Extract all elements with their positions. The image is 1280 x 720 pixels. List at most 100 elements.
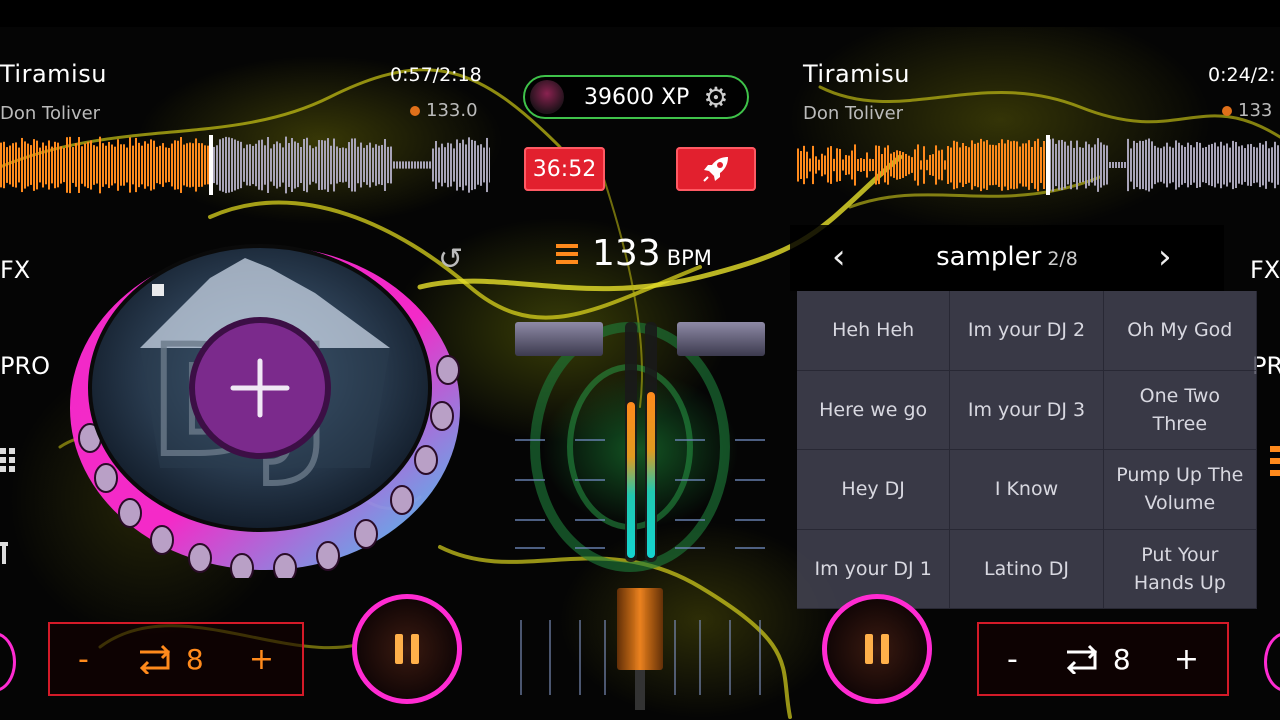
xp-badge: 39600 XP ⚙: [523, 75, 749, 119]
left-loop-value: 8: [134, 643, 204, 676]
rocket-button[interactable]: [676, 147, 756, 191]
waveform-bar: [462, 139, 464, 191]
right-track-time: 0:24/2:: [1208, 64, 1276, 86]
waveform-bar: [93, 145, 95, 185]
sampler-pad[interactable]: Pump Up The Volume: [1103, 450, 1257, 530]
waveform-bar: [198, 143, 200, 187]
waveform-bar: [297, 142, 299, 188]
waveform-bar: [294, 141, 296, 189]
sampler-pad[interactable]: Put Your Hands Up: [1103, 529, 1257, 609]
waveform-bar: [123, 144, 125, 186]
waveform-bar: [402, 161, 404, 169]
waveform-bar: [471, 139, 473, 191]
waveform-bar: [456, 139, 458, 191]
waveform-bar: [965, 146, 967, 184]
sampler-pad[interactable]: Im your DJ 3: [950, 370, 1104, 450]
app-screen: Tiramisu Don Toliver 0:57/2:18 133.0 FX …: [0, 0, 1280, 720]
pause-icon: [395, 634, 419, 664]
waveform-bar: [1112, 162, 1114, 168]
waveform-bar: [369, 142, 371, 188]
gear-icon[interactable]: ⚙: [703, 81, 728, 114]
left-pro-button[interactable]: PRO: [0, 352, 50, 380]
waveform-bar: [330, 145, 332, 185]
waveform-bar: [351, 138, 353, 192]
left-fx-button[interactable]: FX: [0, 256, 30, 284]
waveform-bar: [806, 151, 808, 179]
sampler-pad[interactable]: Heh Heh: [797, 291, 951, 371]
sampler-pad[interactable]: Hey DJ: [797, 450, 951, 530]
waveform-bar: [384, 139, 386, 191]
sampler-pad[interactable]: Here we go: [797, 370, 951, 450]
waveform-bar: [24, 141, 26, 189]
waveform-bar: [249, 144, 251, 186]
waveform-bar: [857, 159, 859, 171]
waveform-bar: [860, 158, 862, 172]
waveform-bar: [974, 143, 976, 187]
right-channel-fader: [677, 322, 765, 356]
sampler-next-button[interactable]: ›: [1158, 237, 1172, 277]
right-loop-number: 8: [1112, 642, 1131, 676]
waveform-bar: [414, 161, 416, 169]
waveform-bar: [108, 141, 110, 189]
waveform-bar: [372, 147, 374, 183]
right-waveform[interactable]: [797, 135, 1280, 195]
waveform-bar: [237, 140, 239, 190]
left-play-pause-button[interactable]: [352, 594, 462, 704]
waveform-bar: [1019, 146, 1021, 184]
left-waveform[interactable]: [0, 135, 490, 195]
waveform-bar: [836, 148, 838, 182]
right-loop-plus-button[interactable]: +: [1174, 642, 1199, 677]
left-pads-grid-icon[interactable]: [0, 448, 22, 482]
xp-value: 39600 XP: [584, 84, 690, 110]
waveform-bar: [204, 145, 206, 185]
sampler-pad[interactable]: I Know: [950, 450, 1104, 530]
sampler-pad[interactable]: Im your DJ 2: [950, 291, 1104, 371]
waveform-bar: [941, 149, 943, 181]
waveform-bar: [1178, 142, 1180, 188]
right-loop-value: 8: [1061, 643, 1131, 676]
waveform-bar: [917, 144, 919, 186]
sampler-pad[interactable]: Oh My God: [1103, 291, 1257, 371]
avatar[interactable]: [530, 80, 564, 114]
left-loop-minus-button[interactable]: -: [78, 642, 89, 677]
left-track-bpm-readout: 133.0: [410, 100, 478, 121]
waveform-bar: [1199, 142, 1201, 188]
waveform-bar: [881, 154, 883, 176]
menu-icon[interactable]: [556, 244, 578, 264]
sampler-pad[interactable]: Latino DJ: [950, 529, 1104, 609]
left-loop-plus-button[interactable]: +: [249, 642, 274, 677]
waveform-bar: [201, 143, 203, 187]
waveform-bar: [132, 145, 134, 185]
waveform-bar: [276, 141, 278, 189]
waveform-bar: [953, 140, 955, 190]
right-menu-icon-edge[interactable]: [1266, 446, 1280, 480]
waveform-bar: [216, 145, 218, 185]
waveform-bar: [318, 140, 320, 190]
waveform-bar: [950, 147, 952, 183]
sampler-pad[interactable]: One Two Three: [1103, 370, 1257, 450]
waveform-bar: [1184, 146, 1186, 184]
waveform-bar: [1016, 141, 1018, 189]
right-loop-minus-button[interactable]: -: [1007, 642, 1018, 677]
waveform-bar: [1151, 141, 1153, 189]
waveform-bar: [968, 147, 970, 183]
waveform-bar: [99, 136, 101, 194]
waveform-bar: [980, 138, 982, 192]
waveform-bar: [1157, 147, 1159, 183]
waveform-bar: [1139, 140, 1141, 190]
left-turntable[interactable]: DJ: [70, 238, 470, 578]
waveform-bar: [1100, 142, 1102, 188]
waveform-bar: [1244, 148, 1246, 182]
session-timer[interactable]: 36:52: [524, 147, 605, 191]
waveform-bar: [1061, 139, 1063, 191]
waveform-bar: [300, 146, 302, 184]
left-eq-slider-icon[interactable]: [0, 538, 12, 568]
waveform-bar: [72, 147, 74, 183]
waveform-bar: [899, 150, 901, 180]
waveform-bar: [36, 140, 38, 190]
waveform-bar: [387, 146, 389, 184]
right-play-pause-button[interactable]: [822, 594, 932, 704]
waveform-bar: [336, 146, 338, 184]
right-fx-button[interactable]: FX: [1250, 256, 1280, 284]
waveform-bar: [1133, 140, 1135, 190]
